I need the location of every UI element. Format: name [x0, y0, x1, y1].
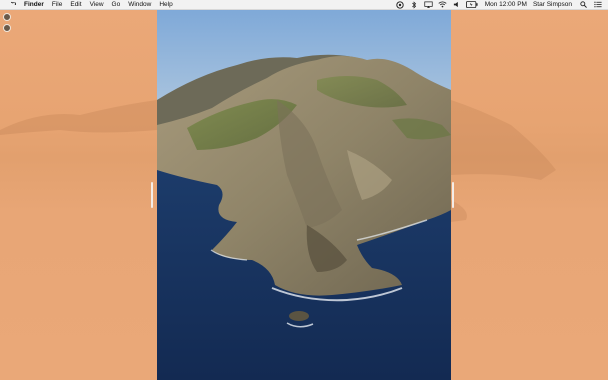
disk-icon[interactable]: [3, 24, 11, 32]
wallpaper-right-panel: [451, 10, 608, 380]
menu-help[interactable]: Help: [159, 0, 172, 10]
menu-bar: Finder File Edit View Go Window Help Mon…: [0, 0, 608, 10]
menu-window[interactable]: Window: [128, 0, 151, 10]
wifi-icon[interactable]: [438, 1, 447, 9]
desktop: Finder File Edit View Go Window Help Mon…: [0, 0, 608, 380]
menu-user[interactable]: Star Simpson: [533, 0, 572, 10]
screen-mirroring-icon[interactable]: [424, 1, 433, 9]
menu-edit[interactable]: Edit: [70, 0, 81, 10]
control-center-icon[interactable]: [593, 1, 602, 9]
wallpaper-photo: [157, 10, 451, 380]
volume-icon[interactable]: [452, 1, 461, 9]
menu-file[interactable]: File: [52, 0, 62, 10]
left-split-handle[interactable]: [151, 182, 153, 208]
menu-clock[interactable]: Mon 12:00 PM: [485, 0, 527, 10]
menu-finder[interactable]: Finder: [24, 0, 44, 10]
menu-go[interactable]: Go: [112, 0, 121, 10]
spotlight-icon[interactable]: [579, 1, 588, 9]
menu-view[interactable]: View: [90, 0, 104, 10]
siri-icon[interactable]: [396, 0, 405, 9]
wallpaper-left-panel: [0, 10, 157, 380]
drive-icon[interactable]: [3, 13, 11, 21]
catalina-island-image: [157, 10, 451, 380]
apple-menu-icon[interactable]: [8, 1, 16, 9]
bluetooth-icon[interactable]: [410, 0, 419, 9]
right-split-handle[interactable]: [452, 182, 454, 208]
battery-icon[interactable]: [466, 1, 479, 9]
